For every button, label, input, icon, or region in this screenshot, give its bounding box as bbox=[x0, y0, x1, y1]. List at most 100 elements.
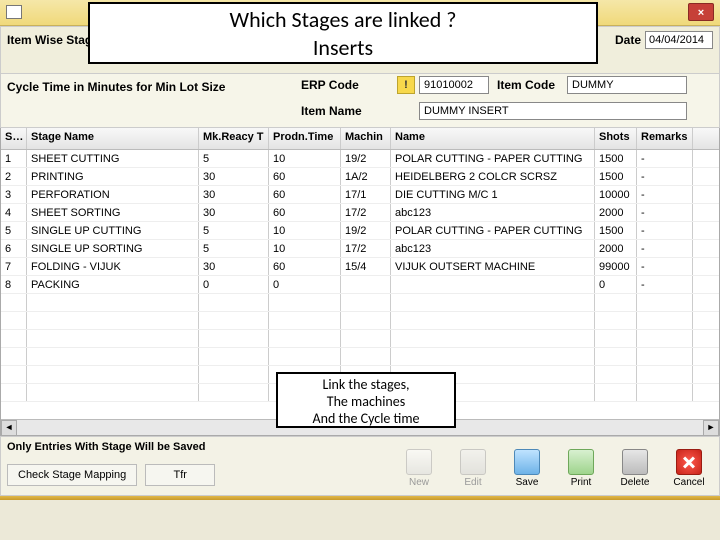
item-code-label: Item Code bbox=[497, 78, 555, 92]
erp-code-input[interactable] bbox=[419, 76, 489, 94]
col-header-shots[interactable]: Shots bbox=[595, 128, 637, 149]
table-row-empty bbox=[1, 312, 719, 330]
cell-prod: 10 bbox=[269, 222, 341, 239]
tfr-button[interactable]: Tfr bbox=[145, 464, 215, 486]
cell-prod: 60 bbox=[269, 204, 341, 221]
cell-stage: SHEET SORTING bbox=[27, 204, 199, 221]
cancel-button[interactable]: Cancel bbox=[665, 449, 713, 488]
col-header-stage[interactable]: Stage Name bbox=[27, 128, 199, 149]
table-row[interactable]: 8PACKING000- bbox=[1, 276, 719, 294]
grid-body: 1SHEET CUTTING51019/2POLAR CUTTING - PAP… bbox=[1, 150, 719, 402]
cell-mk: 30 bbox=[199, 168, 269, 185]
footer-divider bbox=[0, 496, 720, 500]
table-row[interactable]: 5SINGLE UP CUTTING51019/2POLAR CUTTING -… bbox=[1, 222, 719, 240]
cell-prod: 60 bbox=[269, 258, 341, 275]
table-row[interactable]: 1SHEET CUTTING51019/2POLAR CUTTING - PAP… bbox=[1, 150, 719, 168]
cell-stage: SINGLE UP SORTING bbox=[27, 240, 199, 257]
table-row-empty bbox=[1, 330, 719, 348]
cell-rem: - bbox=[637, 186, 693, 203]
cell-stage: PACKING bbox=[27, 276, 199, 293]
col-header-mkready[interactable]: Mk.Reacy T bbox=[199, 128, 269, 149]
table-row[interactable]: 3PERFORATION306017/1DIE CUTTING M/C 1100… bbox=[1, 186, 719, 204]
close-button[interactable]: × bbox=[688, 3, 714, 21]
cell-stage: SINGLE UP CUTTING bbox=[27, 222, 199, 239]
cell-rem: - bbox=[637, 240, 693, 257]
print-label: Print bbox=[557, 477, 605, 488]
new-icon bbox=[406, 449, 432, 475]
cell-name bbox=[391, 276, 595, 293]
item-code-input[interactable] bbox=[567, 76, 687, 94]
edit-button[interactable]: Edit bbox=[449, 449, 497, 488]
table-row[interactable]: 7FOLDING - VIJUK306015/4VIJUK OUTSERT MA… bbox=[1, 258, 719, 276]
cell-mach: 17/2 bbox=[341, 240, 391, 257]
stage-title-label: Item Wise Stag bbox=[7, 33, 92, 47]
check-stage-mapping-button[interactable]: Check Stage Mapping bbox=[7, 464, 137, 486]
item-name-input[interactable] bbox=[419, 102, 687, 120]
cell-mach: 1A/2 bbox=[341, 168, 391, 185]
overlay-note-line3: And the Cycle time bbox=[278, 410, 454, 427]
cell-stage: FOLDING - VIJUK bbox=[27, 258, 199, 275]
table-row[interactable]: 6SINGLE UP SORTING51017/2abc1232000- bbox=[1, 240, 719, 258]
delete-label: Delete bbox=[611, 477, 659, 488]
overlay-note-line1: Link the stages, bbox=[278, 376, 454, 393]
cell-sr: 3 bbox=[1, 186, 27, 203]
cell-shots: 1500 bbox=[595, 150, 637, 167]
cell-rem: - bbox=[637, 276, 693, 293]
cell-stage: SHEET CUTTING bbox=[27, 150, 199, 167]
cancel-label: Cancel bbox=[665, 477, 713, 488]
cell-mach: 19/2 bbox=[341, 222, 391, 239]
cell-shots: 2000 bbox=[595, 204, 637, 221]
overlay-note-line2: The machines bbox=[278, 393, 454, 410]
cell-sr: 1 bbox=[1, 150, 27, 167]
table-row[interactable]: 2PRINTING30601A/2HEIDELBERG 2 COLCR SCRS… bbox=[1, 168, 719, 186]
cell-rem: - bbox=[637, 222, 693, 239]
col-header-prodtime[interactable]: Prodn.Time bbox=[269, 128, 341, 149]
scroll-left-icon[interactable]: ◄ bbox=[1, 420, 17, 436]
app-icon bbox=[6, 5, 22, 19]
cycle-time-label: Cycle Time in Minutes for Min Lot Size bbox=[7, 80, 225, 94]
cell-sr: 7 bbox=[1, 258, 27, 275]
new-button[interactable]: New bbox=[395, 449, 443, 488]
item-name-label: Item Name bbox=[301, 104, 362, 118]
printer-icon bbox=[568, 449, 594, 475]
cell-sr: 6 bbox=[1, 240, 27, 257]
save-button[interactable]: Save bbox=[503, 449, 551, 488]
cell-prod: 60 bbox=[269, 186, 341, 203]
cell-sr: 8 bbox=[1, 276, 27, 293]
overlay-note: Link the stages, The machines And the Cy… bbox=[276, 372, 456, 428]
cell-name: POLAR CUTTING - PAPER CUTTING bbox=[391, 150, 595, 167]
cell-mach: 17/2 bbox=[341, 204, 391, 221]
floppy-icon bbox=[514, 449, 540, 475]
overlay-heading-line2: Inserts bbox=[90, 34, 596, 62]
cell-rem: - bbox=[637, 204, 693, 221]
cell-mk: 30 bbox=[199, 204, 269, 221]
print-button[interactable]: Print bbox=[557, 449, 605, 488]
pencil-icon bbox=[460, 449, 486, 475]
cell-mk: 5 bbox=[199, 222, 269, 239]
cell-name: POLAR CUTTING - PAPER CUTTING bbox=[391, 222, 595, 239]
table-row[interactable]: 4SHEET SORTING306017/2abc1232000- bbox=[1, 204, 719, 222]
col-header-machine[interactable]: Machin bbox=[341, 128, 391, 149]
cell-prod: 60 bbox=[269, 168, 341, 185]
delete-button[interactable]: Delete bbox=[611, 449, 659, 488]
date-input[interactable] bbox=[645, 31, 713, 49]
cell-name: DIE CUTTING M/C 1 bbox=[391, 186, 595, 203]
col-header-name[interactable]: Name bbox=[391, 128, 595, 149]
cell-mk: 0 bbox=[199, 276, 269, 293]
cell-rem: - bbox=[637, 258, 693, 275]
scroll-right-icon[interactable]: ► bbox=[703, 420, 719, 436]
cell-shots: 0 bbox=[595, 276, 637, 293]
warning-icon[interactable]: ! bbox=[397, 76, 415, 94]
date-label: Date bbox=[615, 33, 641, 47]
cell-mk: 30 bbox=[199, 258, 269, 275]
edit-label: Edit bbox=[449, 477, 497, 488]
cell-mach: 15/4 bbox=[341, 258, 391, 275]
table-row-empty bbox=[1, 294, 719, 312]
col-header-sr[interactable]: Srn bbox=[1, 128, 27, 149]
bottom-toolbar: Only Entries With Stage Will be Saved Ch… bbox=[0, 436, 720, 496]
col-header-remarks[interactable]: Remarks bbox=[637, 128, 693, 149]
cell-name: HEIDELBERG 2 COLCR SCRSZ bbox=[391, 168, 595, 185]
cell-shots: 10000 bbox=[595, 186, 637, 203]
cell-name: VIJUK OUTSERT MACHINE bbox=[391, 258, 595, 275]
grid-header: Srn Stage Name Mk.Reacy T Prodn.Time Mac… bbox=[1, 128, 719, 150]
